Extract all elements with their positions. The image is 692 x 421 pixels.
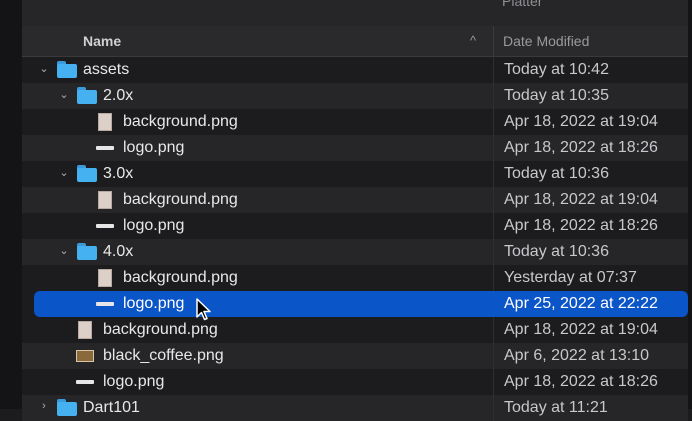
date-modified: Apr 6, 2022 at 13:10 [504, 347, 649, 364]
column-divider [493, 57, 494, 83]
date-modified: Apr 18, 2022 at 19:04 [504, 191, 658, 208]
file-name: 3.0x [103, 165, 134, 182]
column-divider [493, 239, 494, 265]
date-modified: Today at 10:35 [504, 87, 609, 104]
column-divider[interactable] [493, 26, 494, 56]
list-item-file[interactable]: background.png Apr 18, 2022 at 19:04 [22, 317, 688, 343]
list-item-file[interactable]: background.png Apr 18, 2022 at 19:04 [22, 187, 688, 213]
file-name: assets [83, 61, 130, 78]
image-file-icon [98, 269, 112, 287]
list-item-file[interactable]: background.png Yesterday at 07:37 [22, 265, 688, 291]
date-modified: Today at 11:21 [504, 399, 608, 416]
mouse-pointer-icon [196, 298, 211, 321]
file-name: background.png [103, 321, 218, 338]
folder-icon [57, 399, 77, 416]
list-item-file[interactable]: background.png Apr 18, 2022 at 19:04 [22, 109, 688, 135]
list-item-file[interactable]: logo.png Apr 18, 2022 at 18:26 [22, 213, 688, 239]
list-item-4x[interactable]: ⌄ 4.0x Today at 10:36 [22, 239, 688, 265]
date-modified: Apr 18, 2022 at 19:04 [504, 113, 658, 130]
partial-title: Platter [502, 0, 543, 9]
column-divider [493, 161, 494, 187]
file-name: logo.png [123, 139, 185, 156]
logo-file-icon [96, 217, 114, 228]
date-modified: Yesterday at 07:37 [504, 269, 637, 286]
disclosure-open-icon[interactable]: ⌄ [58, 166, 70, 180]
date-modified-column-header[interactable]: Date Modified [503, 33, 589, 49]
date-modified: Today at 10:42 [504, 61, 609, 78]
column-divider [493, 135, 494, 161]
file-name: logo.png [103, 373, 165, 390]
date-modified: Apr 18, 2022 at 18:26 [504, 373, 658, 390]
column-divider [493, 213, 494, 239]
column-divider [493, 343, 494, 369]
column-divider [493, 395, 494, 421]
list-item-selected[interactable]: logo.png Apr 25, 2022 at 22:22 [34, 291, 688, 317]
name-column-header[interactable]: Name [83, 33, 121, 49]
image-file-icon [98, 191, 112, 209]
column-divider [493, 265, 494, 291]
file-name: logo.png [123, 295, 185, 312]
column-header: Name ^ Date Modified [22, 26, 688, 57]
date-modified: Today at 10:36 [504, 243, 609, 260]
column-divider [493, 369, 494, 395]
list-item-file[interactable]: logo.png Apr 18, 2022 at 18:26 [22, 135, 688, 161]
list-item-assets[interactable]: ⌄ assets Today at 10:42 [22, 57, 688, 83]
date-modified: Apr 18, 2022 at 18:26 [504, 217, 658, 234]
date-modified: Apr 25, 2022 at 22:22 [504, 295, 658, 312]
list-item-dart101[interactable]: › Dart101 Today at 11:21 [22, 395, 688, 421]
sort-ascending-icon[interactable]: ^ [470, 33, 476, 48]
top-toolbar: Platter [0, 0, 692, 26]
date-modified: Today at 10:36 [504, 165, 609, 182]
disclosure-open-icon[interactable]: ⌄ [58, 244, 70, 258]
file-name: background.png [123, 191, 238, 208]
list-item-file[interactable]: logo.png Apr 18, 2022 at 18:26 [22, 369, 688, 395]
file-list: ⌄ assets Today at 10:42 ⌄ 2.0x Today at … [22, 57, 688, 421]
file-name: 2.0x [103, 87, 134, 104]
file-name: 4.0x [103, 243, 134, 260]
file-name: black_coffee.png [103, 347, 224, 364]
disclosure-open-icon[interactable]: ⌄ [58, 88, 70, 102]
image-file-icon [78, 321, 92, 339]
photo-file-icon [76, 347, 94, 362]
image-file-icon [98, 113, 112, 131]
file-name: background.png [123, 113, 238, 130]
folder-icon [77, 243, 97, 260]
list-item-file[interactable]: black_coffee.png Apr 6, 2022 at 13:10 [22, 343, 688, 369]
column-divider [493, 187, 494, 213]
folder-icon [77, 87, 97, 104]
column-divider [493, 317, 494, 343]
column-divider [493, 83, 494, 109]
list-item-2x[interactable]: ⌄ 2.0x Today at 10:35 [22, 83, 688, 109]
sidebar-edge [0, 0, 22, 409]
file-name: background.png [123, 269, 238, 286]
logo-file-icon [76, 373, 94, 384]
date-modified: Apr 18, 2022 at 19:04 [504, 321, 658, 338]
folder-icon [57, 61, 77, 78]
disclosure-open-icon[interactable]: ⌄ [38, 62, 50, 76]
column-divider [493, 109, 494, 135]
scrollbar-track[interactable] [688, 0, 692, 409]
disclosure-closed-icon[interactable]: › [38, 400, 50, 414]
folder-icon [77, 165, 97, 182]
list-item-3x[interactable]: ⌄ 3.0x Today at 10:36 [22, 161, 688, 187]
logo-file-icon [96, 295, 114, 306]
file-name: logo.png [123, 217, 185, 234]
file-name: Dart101 [83, 399, 140, 416]
logo-file-icon [96, 139, 114, 150]
date-modified: Apr 18, 2022 at 18:26 [504, 139, 658, 156]
